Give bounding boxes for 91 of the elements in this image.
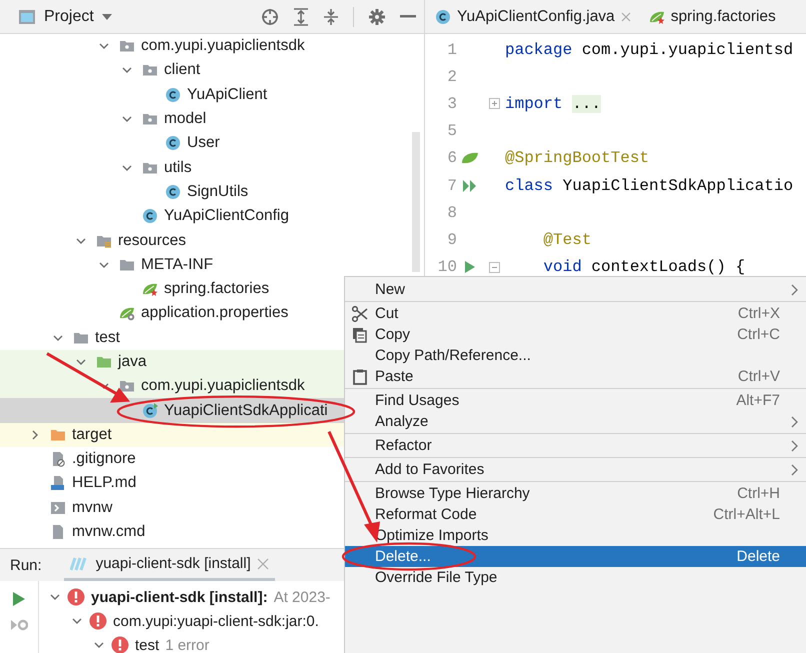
settings-icon[interactable] <box>368 8 386 26</box>
tree-item[interactable]: com.yupi.yuapiclientsdk <box>141 37 305 56</box>
tree-item[interactable]: model <box>164 110 206 128</box>
tree-item[interactable]: java <box>118 353 146 371</box>
run-detail: 1 error <box>165 636 210 653</box>
expand-all-icon[interactable] <box>293 8 309 26</box>
tree-item[interactable]: YuApiClientConfig <box>164 207 289 226</box>
fold-icon[interactable] <box>488 262 500 273</box>
tree-item[interactable]: application.properties <box>141 304 288 322</box>
line-number: 1 <box>446 40 457 59</box>
menu-item[interactable]: Copy Ctrl+C <box>345 324 806 345</box>
menu-item[interactable]: Refactor <box>345 435 806 456</box>
clipboard-icon <box>352 368 368 384</box>
fold-icon[interactable] <box>488 98 500 110</box>
line-number: 10 <box>436 258 457 276</box>
run-item[interactable]: test <box>135 636 160 653</box>
caret-icon[interactable] <box>102 12 112 20</box>
menu-item[interactable]: Copy Path/Reference... <box>345 345 806 366</box>
code-line: package com.yupi.yuapiclientsd <box>505 40 794 59</box>
run-label: Run: <box>10 556 42 574</box>
menu-item[interactable]: Analyze <box>345 411 806 432</box>
class-icon <box>435 8 451 24</box>
folder-icon <box>96 354 112 370</box>
class-icon <box>165 135 181 152</box>
collapse-all-icon[interactable] <box>323 8 339 26</box>
tree-item[interactable]: target <box>72 426 112 444</box>
package-icon <box>119 38 135 54</box>
run-detail: At 2023- <box>274 588 330 606</box>
menu-item[interactable]: Add to Favorites <box>345 459 806 480</box>
code-line: import ... <box>505 94 602 113</box>
menu-item[interactable]: Reformat Code Ctrl+Alt+L <box>345 504 806 525</box>
package-icon <box>119 378 135 394</box>
menu-item[interactable]: Browse Type Hierarchy Ctrl+H <box>345 483 806 504</box>
package-icon <box>142 62 158 78</box>
menu-item[interactable]: New <box>345 279 806 300</box>
line-number: 6 <box>446 149 457 168</box>
class-icon <box>165 184 181 200</box>
line-number: 3 <box>446 94 457 113</box>
run-tab[interactable]: yuapi-client-sdk [install] <box>64 549 275 581</box>
file-icon <box>50 475 66 492</box>
code-line: void contextLoads() { <box>542 258 746 276</box>
tree-item[interactable]: test <box>95 328 120 347</box>
tree-item[interactable]: YuApiClient <box>187 86 268 104</box>
line-number: 2 <box>446 68 457 86</box>
run-icon[interactable] <box>12 591 26 607</box>
line-number: 7 <box>446 176 457 195</box>
package-icon <box>142 111 158 128</box>
copy-icon <box>352 326 368 342</box>
minimize-icon[interactable] <box>400 14 416 18</box>
line-number: 8 <box>446 204 457 222</box>
tree-item[interactable]: resources <box>118 232 186 250</box>
terminal-icon <box>50 500 66 516</box>
run-item[interactable]: com.yupi:yuapi-client-sdk:jar:0. <box>113 612 319 630</box>
tree-item[interactable]: META-INF <box>141 256 214 274</box>
crosshair-icon[interactable] <box>261 8 279 26</box>
editor-tab[interactable]: YuApiClientConfig.java <box>435 8 631 26</box>
menu-item[interactable]: Paste Ctrl+V <box>345 366 806 387</box>
editor-tab[interactable]: spring.factories <box>648 8 776 26</box>
run-icon[interactable] <box>462 178 478 193</box>
run-item[interactable]: yuapi-client-sdk [install]: <box>91 588 268 606</box>
menu-item[interactable]: Override File Type <box>345 567 806 588</box>
leaf-icon <box>142 281 158 298</box>
leaf-icon <box>461 151 479 166</box>
tree-item[interactable]: utils <box>164 158 192 177</box>
class-icon <box>142 208 158 224</box>
leaf-icon <box>119 305 135 322</box>
panel-title[interactable]: Project <box>44 8 94 26</box>
class-icon <box>142 402 158 419</box>
file-icon <box>50 524 66 540</box>
menu-item[interactable]: Cut Ctrl+X <box>345 303 806 324</box>
menu-item[interactable]: Find Usages Alt+F7 <box>345 390 806 411</box>
tree-item[interactable]: mvnw.cmd <box>72 523 146 542</box>
tree-item[interactable]: SignUtils <box>187 182 248 201</box>
tree-item[interactable]: client <box>164 61 200 80</box>
line-number: 9 <box>446 230 457 249</box>
tree-item[interactable]: HELP.md <box>72 474 136 492</box>
run-icon[interactable] <box>464 260 476 274</box>
window-icon <box>18 8 36 24</box>
tree-item[interactable]: User <box>187 134 220 152</box>
tree-item[interactable]: spring.factories <box>164 280 270 298</box>
tree-item[interactable]: mvnw <box>72 498 112 517</box>
menu-item[interactable]: Delete... Delete <box>345 546 806 567</box>
scissors-icon <box>352 306 368 322</box>
line-number: 5 <box>446 122 457 140</box>
scrollbar[interactable] <box>412 132 420 272</box>
code-line: @Test <box>542 230 592 249</box>
code-line: @SpringBootTest <box>505 149 650 168</box>
file-icon <box>50 451 66 468</box>
code-line: class YuapiClientSdkApplicatio <box>505 176 794 195</box>
tree-item[interactable]: .gitignore <box>72 450 136 468</box>
class-icon <box>165 86 181 103</box>
